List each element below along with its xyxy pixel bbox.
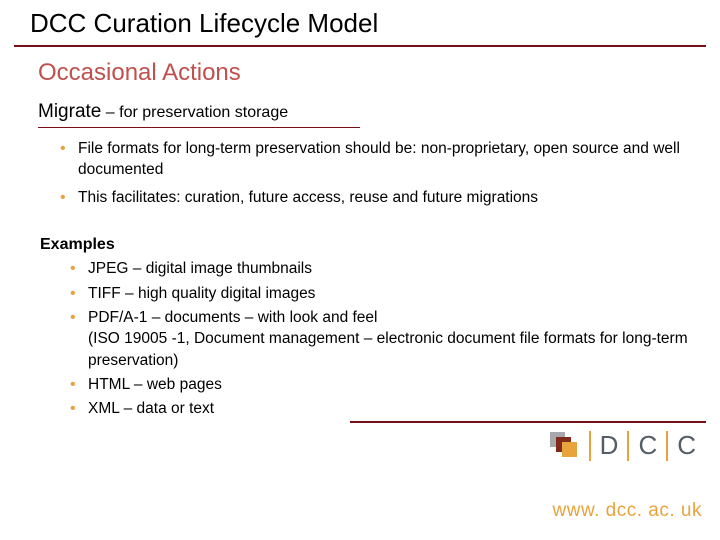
logo-bar (627, 431, 629, 461)
logo-letter: D (600, 430, 619, 461)
logo-letter: C (677, 430, 696, 461)
footer-url: www. dcc. ac. uk (553, 500, 703, 522)
list-item: XML – data or text (88, 398, 694, 419)
logo-letter: C (638, 430, 657, 461)
subheading: Migrate – for preservation storage (0, 87, 720, 125)
dcc-logo: D C C (550, 430, 696, 461)
list-item: File formats for long-term preservation … (78, 138, 694, 181)
footer-divider (350, 421, 706, 423)
list-item: TIFF – high quality digital images (88, 283, 694, 304)
logo-bar (666, 431, 668, 461)
list-item: HTML – web pages (88, 374, 694, 395)
body-list: File formats for long-term preservation … (0, 128, 720, 208)
subheading-suffix: – for preservation storage (101, 104, 288, 121)
slide: DCC Curation Lifecycle Model Occasional … (0, 0, 720, 540)
list-item: JPEG – digital image thumbnails (88, 258, 694, 279)
examples-list: JPEG – digital image thumbnails TIFF – h… (40, 258, 694, 420)
subheading-main: Migrate (38, 101, 101, 122)
examples-section: Examples JPEG – digital image thumbnails… (0, 214, 720, 420)
logo-bar (589, 431, 591, 461)
list-item: PDF/A-1 – documents – with look and feel… (88, 307, 694, 371)
slide-title: DCC Curation Lifecycle Model (0, 0, 720, 45)
section-heading: Occasional Actions (0, 47, 720, 87)
logo-squares-icon (550, 432, 580, 460)
list-item: This facilitates: curation, future acces… (78, 187, 694, 208)
examples-title: Examples (40, 236, 694, 254)
